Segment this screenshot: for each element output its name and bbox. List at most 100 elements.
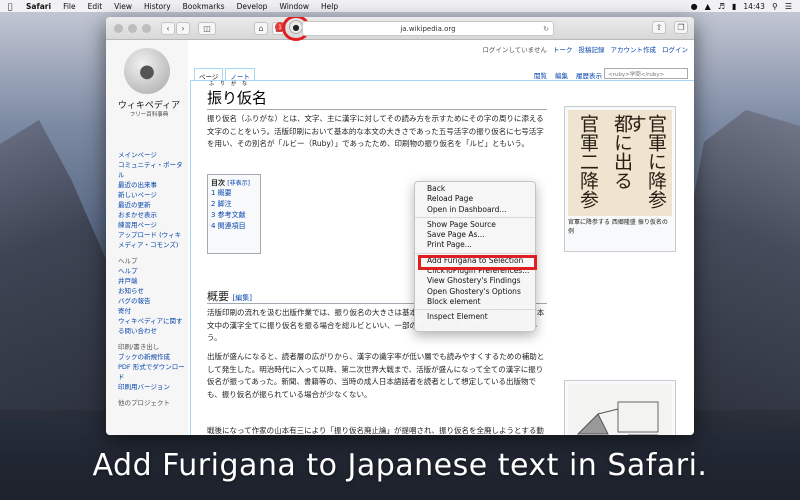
sidebar-item-upload[interactable]: アップロード (ウィキメディア・コモンズ)	[118, 230, 186, 250]
article-image[interactable]: 官軍に降参す 都に出る 官軍二降参 官軍に降参する 西郷隆盛 振り仮名の例	[564, 106, 676, 252]
page-title: ふりがな 振り仮名	[207, 81, 268, 108]
volume-icon[interactable]: ♬	[718, 2, 725, 11]
sidebar-item-contact[interactable]: ウィキペディアに関する問い合わせ	[118, 316, 186, 336]
menu-item-save-page[interactable]: Save Page As...	[415, 230, 535, 240]
section-title: 概要	[207, 290, 229, 303]
notification-center-icon[interactable]: ☰	[785, 2, 792, 11]
clock[interactable]: 14:43	[743, 2, 765, 11]
title-divider	[207, 109, 547, 110]
menu-item-ghostery-options[interactable]: Open Ghostery's Options	[415, 287, 535, 297]
menu-item-open-dashboard[interactable]: Open in Dashboard...	[415, 205, 535, 215]
contributions-link[interactable]: 投稿記録	[579, 44, 605, 54]
menu-bookmarks[interactable]: Bookmarks	[177, 2, 231, 11]
forward-button[interactable]: ›	[176, 21, 190, 35]
battery-icon[interactable]: ▮	[732, 2, 736, 11]
title-ruby: ふりがな	[209, 81, 254, 87]
menu-separator	[415, 309, 535, 311]
menu-item-reload[interactable]: Reload Page	[415, 194, 535, 204]
reload-icon[interactable]: ↻	[543, 25, 549, 33]
title-text: 振り仮名	[207, 89, 268, 107]
illustration-image	[568, 384, 672, 435]
menu-separator	[415, 252, 535, 254]
sidebar-item-portal[interactable]: コミュニティ・ポータル	[118, 160, 186, 180]
sidebar-item-newpages[interactable]: 新しいページ	[118, 190, 186, 200]
sidebar-item-pdf[interactable]: PDF 形式でダウンロード	[118, 362, 186, 382]
toc-item-related[interactable]: 4 関連項目	[211, 221, 257, 232]
toc-item-overview[interactable]: 1 概要	[211, 188, 257, 199]
logo-subtitle: フリー百科事典	[129, 112, 169, 118]
toc-toggle[interactable]: [非表示]	[227, 180, 250, 187]
close-button[interactable]	[114, 23, 123, 33]
sidebar-item-news[interactable]: 最近の出来事	[118, 180, 186, 190]
sidebar-item-book[interactable]: ブックの新規作成	[118, 352, 186, 362]
sidebar-item-donate[interactable]: 寄付	[118, 306, 186, 316]
menu-develop[interactable]: Develop	[231, 2, 274, 11]
promo-caption: Add Furigana to Japanese text in Safari.	[92, 448, 708, 483]
share-icon: ⇧	[655, 23, 663, 32]
menu-help[interactable]: Help	[315, 2, 344, 11]
sidebar-item-help[interactable]: ヘルプ	[118, 266, 186, 276]
history-paragraph: 出版が盛んになると、読者層の広がりから、漢字の識字率が低い層でも読みやすくするた…	[207, 352, 545, 399]
calligraphy-column-3: 官軍二降参	[577, 114, 599, 209]
menu-item-block-element[interactable]: Block element	[415, 297, 535, 307]
menu-window[interactable]: Window	[273, 2, 315, 11]
toc-header: 目次 [非表示]	[211, 178, 257, 188]
sidebar-item-random[interactable]: おまかせ表示	[118, 210, 186, 220]
back-button[interactable]: ‹	[161, 21, 175, 35]
toc-item-references[interactable]: 3 参考文献	[211, 210, 257, 221]
table-of-contents: 目次 [非表示] 1 概要 2 脚注 3 参考文献 4 関連項目	[207, 174, 261, 254]
address-bar[interactable]: ja.wikipedia.org ↻	[302, 21, 554, 36]
menu-item-ghostery-findings[interactable]: View Ghostery's Findings	[415, 276, 535, 286]
menu-item-back[interactable]: Back	[415, 184, 535, 194]
sidebar-button[interactable]: ◫	[198, 21, 216, 35]
intro-paragraph: 振り仮名（ふりがな）とは、文字、主に漢字に対してその読み方を示すためにその字の周…	[207, 114, 544, 148]
home-button[interactable]: ⌂	[254, 21, 268, 35]
apple-icon[interactable]: 	[0, 2, 20, 11]
zoom-button[interactable]	[142, 23, 151, 33]
tab-read[interactable]: 閲覧	[534, 70, 547, 80]
not-logged-in: ログインしていません	[482, 46, 547, 54]
tab-edit[interactable]: 編集	[555, 70, 568, 80]
browser-toolbar: ‹ › ◫ ⌂ ▦ 1 ● ja.wikipedia.org ↻ ⇧ ❐	[106, 17, 694, 41]
lock-icon[interactable]: ●	[691, 2, 698, 11]
section-heading: 概要 [編集]	[207, 288, 252, 304]
chevron-left-icon: ‹	[166, 23, 170, 33]
spotlight-icon[interactable]: ⚲	[772, 2, 778, 11]
toolbar-right: ⇧ ❐	[648, 21, 688, 34]
wikipedia-logo-icon[interactable]: ●	[124, 48, 170, 94]
menu-file[interactable]: File	[57, 2, 82, 11]
chevron-right-icon: ›	[181, 23, 185, 33]
tabs-button[interactable]: ❐	[674, 21, 688, 34]
home-icon: ⌂	[258, 23, 264, 33]
article-image-2[interactable]	[564, 380, 676, 435]
create-account-link[interactable]: アカウント作成	[611, 44, 657, 54]
menu-bar:  Safari File Edit View History Bookmark…	[0, 0, 800, 12]
menu-history[interactable]: History	[138, 2, 177, 11]
menu-item-print-page[interactable]: Print Page...	[415, 240, 535, 250]
toc-item-notes[interactable]: 2 脚注	[211, 199, 257, 210]
minimize-button[interactable]	[128, 23, 137, 33]
sidebar-item-print[interactable]: 印刷用バージョン	[118, 382, 186, 392]
sidebar-item-sandbox[interactable]: 練習用ページ	[118, 220, 186, 230]
menu-app[interactable]: Safari	[20, 2, 57, 11]
sidebar-item-bugs[interactable]: バグの報告	[118, 296, 186, 306]
section-edit-link[interactable]: [編集]	[233, 294, 252, 302]
sidebar-item-notice[interactable]: お知らせ	[118, 286, 186, 296]
menu-edit[interactable]: Edit	[82, 2, 109, 11]
menu-item-inspect[interactable]: Inspect Element	[415, 312, 535, 322]
share-button[interactable]: ⇧	[652, 21, 666, 34]
sidebar-item-village[interactable]: 井戸端	[118, 276, 186, 286]
talk-link[interactable]: トーク	[553, 44, 573, 54]
login-link[interactable]: ログイン	[662, 44, 688, 54]
menu-separator	[415, 216, 535, 218]
menu-view[interactable]: View	[108, 2, 138, 11]
wifi-icon[interactable]: ▲	[705, 2, 711, 11]
add-furigana-highlight-box	[418, 255, 537, 270]
sidebar-item-main[interactable]: メインページ	[118, 150, 186, 160]
search-input[interactable]: <ruby>学問</ruby>	[604, 68, 688, 79]
menu-item-show-source[interactable]: Show Page Source	[415, 220, 535, 230]
sidebar-item-recent[interactable]: 最近の更新	[118, 200, 186, 210]
sidebar-print-heading: 印刷/書き出し	[118, 343, 160, 351]
tab-history[interactable]: 履歴表示	[576, 70, 602, 80]
personal-tools: ログインしていません トーク 投稿記録 アカウント作成 ログイン	[482, 44, 688, 54]
